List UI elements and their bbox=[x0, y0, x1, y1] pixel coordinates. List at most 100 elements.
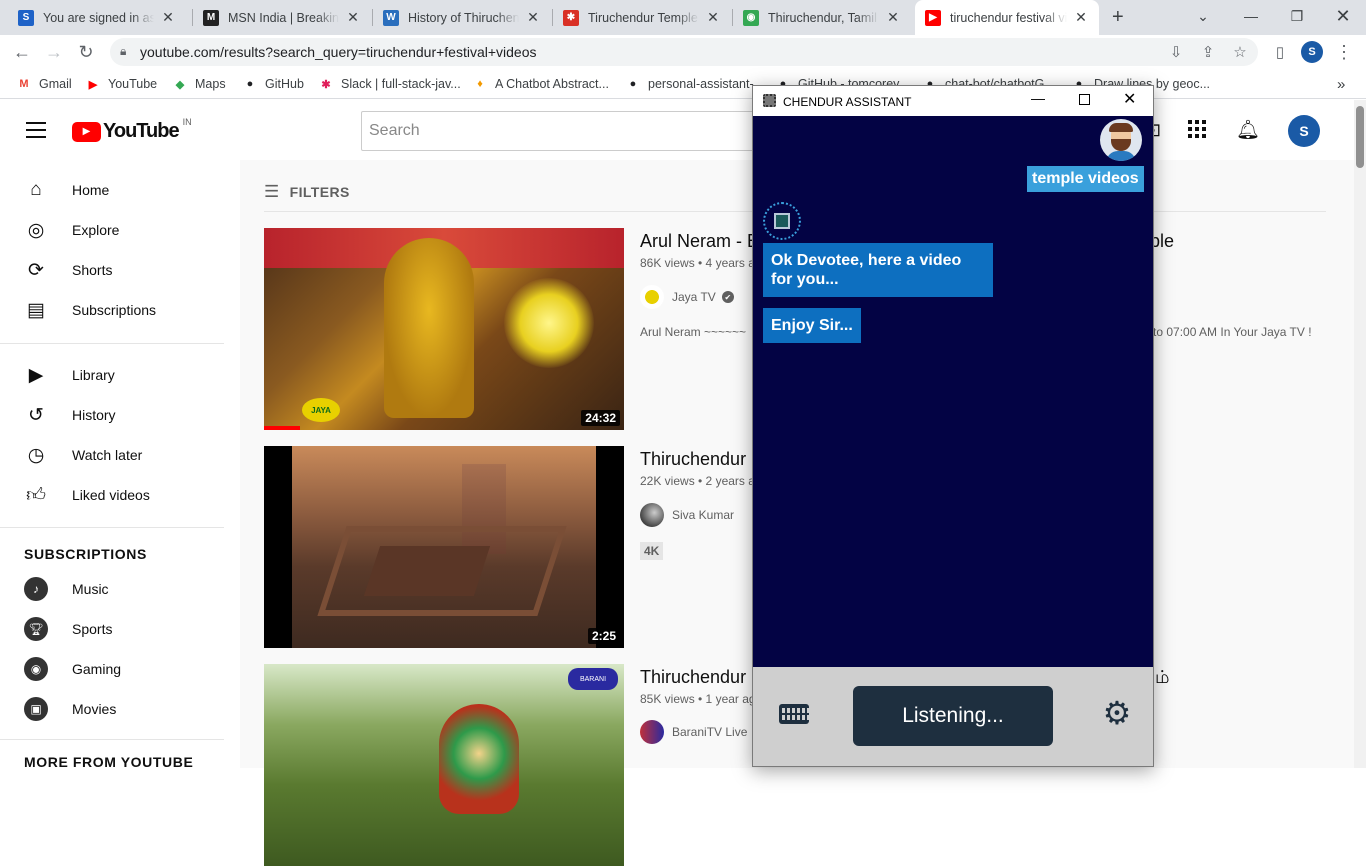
tab-close-icon[interactable]: ✕ bbox=[525, 9, 541, 26]
tab-close-icon[interactable]: ✕ bbox=[705, 9, 721, 26]
video-meta: 22K views • 2 years a bbox=[640, 474, 755, 488]
filters-button[interactable]: ☰ FILTERS bbox=[264, 182, 350, 202]
settings-gear-icon[interactable]: ⚙ bbox=[1101, 697, 1133, 729]
side-panel-icon[interactable]: ▯ bbox=[1270, 42, 1290, 62]
video-title[interactable]: Thiruchendur bbox=[640, 667, 746, 688]
bookmark-label: Gmail bbox=[39, 77, 72, 91]
bookmark-item[interactable]: ♦ A Chatbot Abstract... bbox=[472, 75, 609, 93]
sidebar-item-gaming[interactable]: ◉ Gaming bbox=[0, 649, 240, 689]
sidebar-item-label: Music bbox=[72, 581, 109, 597]
sidebar-item-history[interactable]: ↺ History bbox=[0, 395, 240, 435]
install-icon[interactable]: ⇩ bbox=[1166, 42, 1186, 62]
video-title[interactable]: Thiruchendur bbox=[640, 449, 746, 470]
close-window-button[interactable]: ✕ bbox=[1320, 0, 1366, 32]
youtube-wordmark: YouTube bbox=[103, 120, 180, 142]
deity-figure bbox=[384, 238, 474, 418]
share-icon[interactable]: ⇪ bbox=[1198, 42, 1218, 62]
tab-close-icon[interactable]: ✕ bbox=[160, 9, 176, 26]
new-tab-button[interactable]: + bbox=[1106, 0, 1134, 35]
tab-strip: S You are signed in as c ✕ M MSN India | Bre… bbox=[0, 0, 1366, 35]
browser-tab[interactable]: ◉ Thiruchendur, Tamil N ✕ bbox=[733, 0, 911, 35]
assistant-controls: Listening... ⚙ bbox=[753, 667, 1153, 766]
sidebar-item-label: Movies bbox=[72, 701, 117, 717]
tab-title: You are signed in as c bbox=[43, 10, 154, 25]
video-thumbnail[interactable]: BARANI bbox=[264, 664, 624, 866]
sidebar-item-music[interactable]: ♪ Music bbox=[0, 569, 240, 609]
bookmark-label: Slack | full-stack-jav... bbox=[341, 77, 461, 91]
sidebar-item-movies[interactable]: ▣ Movies bbox=[0, 689, 240, 729]
chrome-menu-icon[interactable]: ⋮ bbox=[1334, 42, 1354, 62]
address-bar[interactable]: 🔒︎ youtube.com/results?search_query=tiru… bbox=[110, 38, 1258, 66]
browser-tab[interactable]: M MSN India | Breaking N ✕ bbox=[193, 0, 371, 35]
sidebar-item-library[interactable]: ▶ Library bbox=[0, 355, 240, 395]
url-text: youtube.com/results?search_query=tiruche… bbox=[140, 44, 537, 60]
reload-icon[interactable]: ↻ bbox=[72, 38, 100, 66]
keyboard-icon[interactable] bbox=[779, 704, 810, 724]
listening-button[interactable]: Listening... bbox=[853, 686, 1053, 746]
bookmark-label: Maps bbox=[195, 77, 226, 91]
sidebar-item-sports[interactable]: 🏆︎ Sports bbox=[0, 609, 240, 649]
sidebar-item-label: Gaming bbox=[72, 661, 122, 677]
channel-link[interactable]: Siva Kumar bbox=[640, 503, 734, 527]
bookmark-item[interactable]: ◆ Maps bbox=[172, 75, 226, 93]
hamburger-menu-icon[interactable] bbox=[26, 122, 46, 138]
search-input[interactable]: Search bbox=[361, 111, 761, 151]
sidebar-item-shorts[interactable]: ⟳ Shorts bbox=[0, 250, 240, 290]
profile-avatar[interactable]: S bbox=[1301, 41, 1323, 63]
youtube-sidebar: ⌂ Home ◎ Explore ⟳ Shorts ▤ Subscriptions ▶ Libra… bbox=[0, 160, 240, 770]
bookmark-star-icon[interactable]: ☆ bbox=[1230, 42, 1250, 62]
sidebar-item-liked-videos[interactable]: 👍︎ Liked videos bbox=[0, 475, 240, 515]
bookmark-favicon-icon: ◆ bbox=[175, 78, 185, 91]
video-thumbnail[interactable]: 2:25 bbox=[264, 446, 624, 648]
youtube-logo[interactable]: ▶ YouTube IN bbox=[72, 116, 192, 143]
page-scrollbar[interactable] bbox=[1354, 100, 1366, 768]
account-avatar[interactable]: S bbox=[1288, 115, 1320, 147]
video-title-tail[interactable]: ம் bbox=[1155, 667, 1169, 690]
country-code: IN bbox=[182, 116, 192, 127]
bookmark-item[interactable]: ✱ Slack | full-stack-jav... bbox=[318, 75, 461, 93]
bookmark-item[interactable]: M Gmail bbox=[16, 75, 72, 93]
sidebar-item-label: Subscriptions bbox=[72, 302, 157, 318]
video-meta: 86K views • 4 years a bbox=[640, 256, 755, 270]
tab-close-icon[interactable]: ✕ bbox=[345, 9, 361, 26]
bookmark-item[interactable]: ● personal-assistant-... bbox=[625, 75, 764, 93]
sidebar-item-explore[interactable]: ◎ Explore bbox=[0, 210, 240, 250]
channel-link[interactable]: BaraniTV Live bbox=[640, 720, 747, 744]
bookmark-item[interactable]: ● GitHub bbox=[242, 75, 304, 93]
verified-badge-icon: ✔ bbox=[721, 291, 734, 303]
sidebar-item-watch-later[interactable]: ◷ Watch later bbox=[0, 435, 240, 475]
channel-name: BaraniTV Live bbox=[672, 725, 748, 739]
back-icon[interactable]: ← bbox=[8, 38, 36, 66]
video-title[interactable]: Arul Neram - E bbox=[640, 231, 759, 252]
channel-sports-icon: 🏆︎ bbox=[24, 617, 48, 641]
channel-music-icon: ♪ bbox=[24, 577, 48, 601]
scrollbar-thumb[interactable] bbox=[1356, 106, 1364, 168]
search-placeholder: Search bbox=[369, 122, 420, 139]
restore-window-button[interactable]: ❐ bbox=[1274, 0, 1320, 32]
bookmark-favicon-icon: M bbox=[19, 78, 29, 90]
tab-favicon-icon: ✱ bbox=[563, 9, 579, 26]
filters-sliders-icon: ☰ bbox=[264, 182, 280, 201]
browser-tab[interactable]: S You are signed in as c ✕ bbox=[8, 0, 186, 35]
sidebar-item-subscriptions[interactable]: ▤ Subscriptions bbox=[0, 290, 240, 330]
assistant-close-button[interactable]: ✕ bbox=[1123, 89, 1136, 109]
assistant-minimize-button[interactable]: — bbox=[1031, 90, 1045, 106]
bookmark-favicon-icon: ▶ bbox=[88, 78, 98, 91]
video-thumbnail[interactable]: JAYA 24:32 bbox=[264, 228, 624, 430]
browser-tab[interactable]: W History of Thiruchend ✕ bbox=[373, 0, 551, 35]
tab-search-icon[interactable]: ⌄ bbox=[1180, 0, 1226, 32]
sidebar-item-home[interactable]: ⌂ Home bbox=[0, 170, 240, 210]
subscriptions-heading: SUBSCRIPTIONS bbox=[24, 546, 147, 562]
tab-close-icon[interactable]: ✕ bbox=[885, 9, 901, 26]
forward-icon[interactable]: → bbox=[40, 38, 68, 66]
channel-link[interactable]: Jaya TV ✔ bbox=[640, 285, 734, 309]
bookmark-item[interactable]: ▶ YouTube bbox=[85, 75, 157, 93]
tab-close-icon[interactable]: ✕ bbox=[1073, 9, 1089, 26]
browser-tab[interactable]: ✱ Tiruchendur Temple N ✕ bbox=[553, 0, 731, 35]
assistant-maximize-button[interactable] bbox=[1079, 94, 1090, 105]
minimize-window-button[interactable]: — bbox=[1228, 0, 1274, 32]
notifications-bell-icon[interactable]: 🔔︎ bbox=[1236, 118, 1260, 142]
apps-grid-icon[interactable] bbox=[1188, 120, 1206, 138]
browser-tab[interactable]: ▶ tiruchendur festival vic ✕ bbox=[915, 0, 1099, 35]
bookmarks-overflow-button[interactable]: » bbox=[1337, 75, 1345, 93]
